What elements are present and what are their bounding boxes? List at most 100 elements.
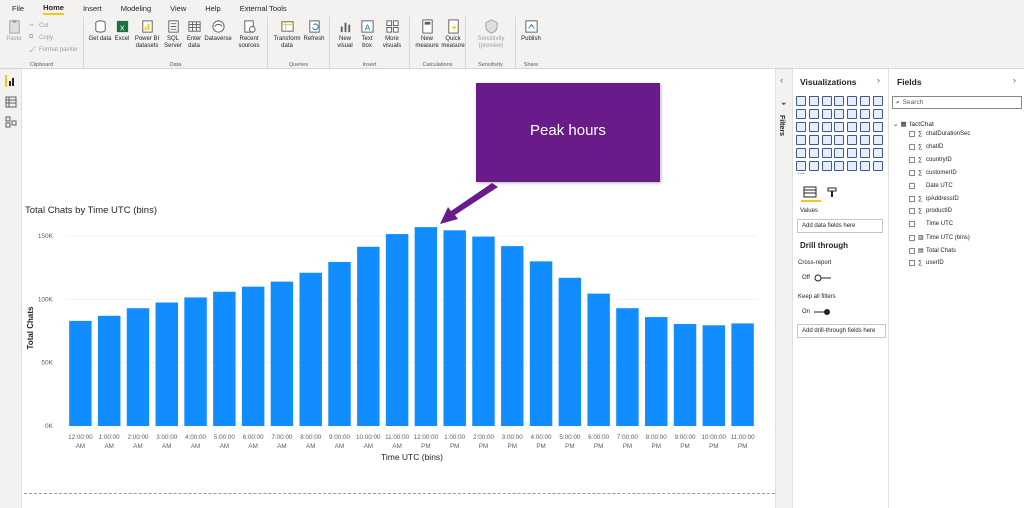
chart-bar[interactable] — [213, 291, 236, 426]
visual-type-icon[interactable] — [808, 122, 819, 132]
filters-pane[interactable]: ‹ ⏷ Filters — [775, 69, 792, 508]
visual-type-icon[interactable] — [872, 122, 883, 132]
chart-bar[interactable] — [731, 323, 754, 426]
field-checkbox[interactable] — [909, 131, 915, 137]
cross-report-toggle[interactable] — [814, 274, 832, 282]
visual-type-icon[interactable] — [847, 135, 858, 145]
visual-type-icon[interactable] — [834, 122, 845, 132]
visual-type-icon[interactable] — [796, 109, 806, 119]
field-item[interactable]: ∑ userID — [909, 260, 944, 266]
field-item[interactable]: Date UTC — [909, 182, 953, 189]
chart-bar[interactable] — [673, 324, 697, 426]
chart-bar[interactable] — [328, 261, 351, 426]
chart-bar[interactable] — [69, 320, 92, 426]
visual-type-icon[interactable] — [847, 122, 858, 132]
visual-type-icon[interactable] — [872, 96, 883, 106]
visual-type-icon[interactable] — [834, 135, 845, 145]
visual-type-icon[interactable] — [796, 122, 806, 132]
add-drill-through-well[interactable]: Add drill-through fields here — [797, 324, 886, 338]
chart-bar[interactable] — [184, 297, 207, 426]
field-checkbox[interactable] — [909, 234, 915, 241]
field-item[interactable]: ▥ Time UTC (bins) — [909, 234, 970, 241]
visual-type-icon[interactable] — [808, 109, 819, 119]
chart-bar[interactable] — [616, 308, 639, 426]
expand-chevron-icon[interactable]: › — [877, 75, 880, 85]
field-item[interactable]: Time UTC — [909, 221, 953, 228]
chart-bar[interactable] — [299, 272, 322, 426]
visual-type-icon[interactable] — [834, 161, 845, 171]
visual-type-icon[interactable] — [872, 161, 883, 171]
visual-type-icon[interactable] — [821, 135, 832, 145]
bar-chart[interactable]: 0K 50K 100K 150K 12:00:00 AM 1:00:00 AM 2:00:00… — [0, 0, 780, 508]
visual-type-icon[interactable] — [821, 122, 832, 132]
fields-chevron-icon[interactable]: › — [1013, 75, 1016, 85]
visual-type-icon[interactable] — [821, 148, 832, 158]
format-brush-icon[interactable] — [826, 186, 838, 198]
chart-bar[interactable] — [702, 325, 726, 426]
visual-type-icon[interactable] — [821, 96, 832, 106]
visual-type-icon[interactable] — [872, 135, 883, 145]
table-factchat[interactable]: ⌄ ▦ factChat — [893, 120, 934, 129]
visual-type-icon[interactable] — [859, 96, 870, 106]
chart-bar[interactable] — [414, 227, 438, 426]
visual-type-icon[interactable] — [796, 135, 806, 145]
visual-type-icon[interactable] — [821, 109, 832, 119]
chart-bar[interactable] — [587, 293, 610, 426]
visual-type-icon[interactable] — [872, 148, 883, 158]
more-visuals-dots[interactable]: ··· — [797, 169, 805, 178]
chart-bar[interactable] — [529, 261, 553, 426]
visual-type-icon[interactable] — [796, 96, 806, 106]
field-item[interactable]: ∑ chatID — [909, 143, 943, 150]
visual-type-icon[interactable] — [859, 148, 870, 158]
field-checkbox[interactable] — [909, 195, 915, 202]
collapse-chevron-icon[interactable]: ‹ — [780, 75, 783, 85]
field-checkbox[interactable] — [909, 247, 915, 254]
visual-type-icon[interactable] — [859, 109, 870, 119]
fields-search-input[interactable]: ⌕ Search — [892, 96, 1022, 109]
chart-bar[interactable] — [443, 230, 466, 426]
visual-type-icon[interactable] — [808, 96, 819, 106]
field-checkbox[interactable] — [909, 260, 915, 266]
field-item[interactable]: ∑ productID — [909, 208, 952, 215]
visual-type-icon[interactable] — [847, 109, 858, 119]
visual-type-icon[interactable] — [796, 148, 806, 158]
field-checkbox[interactable] — [909, 156, 915, 163]
chart-bar[interactable] — [357, 246, 380, 426]
visual-type-icon[interactable] — [847, 148, 858, 158]
chart-bar[interactable] — [501, 246, 524, 426]
visual-type-icon[interactable] — [847, 161, 858, 171]
chart-bar[interactable] — [645, 317, 668, 426]
visual-type-icon[interactable] — [834, 96, 845, 106]
field-item[interactable]: ∑ customerID — [909, 169, 957, 176]
field-item[interactable]: ∑ countryID — [909, 156, 952, 163]
add-data-fields-well[interactable]: Add data fields here — [797, 219, 883, 233]
chart-bar[interactable] — [385, 234, 409, 426]
chart-bar[interactable] — [558, 277, 582, 426]
visual-type-icon[interactable] — [808, 161, 819, 171]
fields-well-icon[interactable] — [803, 186, 817, 198]
visual-type-icon[interactable] — [808, 148, 819, 158]
visual-type-icon[interactable] — [834, 148, 845, 158]
chart-bar[interactable] — [241, 286, 265, 426]
field-checkbox[interactable] — [909, 182, 915, 189]
field-item[interactable]: ∑ ipAddressID — [909, 195, 959, 202]
keep-filters-toggle[interactable] — [813, 308, 831, 316]
field-checkbox[interactable] — [909, 143, 915, 150]
chart-bar[interactable] — [126, 308, 150, 426]
visual-type-icon[interactable] — [872, 109, 883, 119]
visual-type-icon[interactable] — [847, 96, 858, 106]
visual-type-icon[interactable] — [808, 135, 819, 145]
visual-type-icon[interactable] — [859, 122, 870, 132]
chart-bar[interactable] — [97, 315, 121, 426]
chart-bar[interactable] — [472, 236, 495, 426]
field-checkbox[interactable] — [909, 221, 915, 228]
chart-bar[interactable] — [270, 281, 294, 426]
field-item[interactable]: ▤ Total Chats — [909, 247, 956, 254]
field-item[interactable]: ∑ chatDurationSec — [909, 131, 970, 137]
visual-type-icon[interactable] — [859, 135, 870, 145]
field-checkbox[interactable] — [909, 208, 915, 215]
field-checkbox[interactable] — [909, 169, 915, 176]
visual-type-icon[interactable] — [859, 161, 870, 171]
visual-type-icon[interactable] — [821, 161, 832, 171]
chart-bar[interactable] — [155, 302, 178, 427]
